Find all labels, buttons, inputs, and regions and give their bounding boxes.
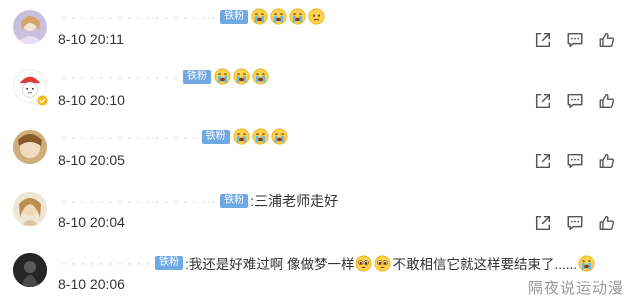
- thumbs-up-icon[interactable]: [598, 31, 616, 49]
- comment-actions: [534, 92, 616, 110]
- user-name[interactable]: · · · · · · · · · · · · · · · · ·: [62, 10, 216, 24]
- comment-icon[interactable]: [566, 92, 584, 110]
- crying-emoji-icon: [578, 255, 595, 272]
- user-name[interactable]: · · · · · · · · · · · · · · ·: [62, 130, 198, 144]
- comment-icon[interactable]: [566, 152, 584, 170]
- comment-time: 8-10 20:04: [58, 214, 125, 230]
- comment-actions: [534, 31, 616, 49]
- crying-emoji-icon: [271, 128, 288, 145]
- comment-time: 8-10 20:11: [58, 31, 124, 47]
- comment-time: 8-10 20:05: [58, 152, 125, 168]
- fan-badge[interactable]: 铁粉: [201, 129, 230, 144]
- comment-time: 8-10 20:06: [58, 276, 125, 292]
- share-icon[interactable]: [534, 92, 552, 110]
- fan-badge[interactable]: 铁粉: [220, 194, 249, 208]
- share-icon[interactable]: [534, 214, 552, 232]
- comment-text: 不敢相信它就这样要结束了......: [392, 257, 577, 272]
- comment-text: :三浦老师走好: [250, 193, 339, 209]
- user-name[interactable]: · · · · · · · · · · · · ·: [62, 70, 179, 84]
- avatar[interactable]: [13, 253, 47, 287]
- crying-emoji-icon: [252, 128, 269, 145]
- comment-icon[interactable]: [566, 214, 584, 232]
- crying-emoji-icon: [233, 128, 250, 145]
- user-name[interactable]: · · · · · · · · · ·: [62, 256, 151, 270]
- user-name-line: · · · · · · · · · · · · · 铁粉: [62, 68, 270, 85]
- watermark: 隔夜说运动漫: [527, 280, 624, 297]
- share-icon[interactable]: [534, 31, 552, 49]
- fan-badge[interactable]: 铁粉: [154, 256, 183, 270]
- thumbs-up-icon[interactable]: [598, 152, 616, 170]
- comment-item: · · · · · · · · · · · · · · · 铁粉 8-10 20…: [0, 118, 630, 176]
- thumbs-up-icon[interactable]: [598, 92, 616, 110]
- crying-emoji-icon: [233, 68, 250, 85]
- user-name-line: · · · · · · · · · · 铁粉 :我还是好难过啊 像做梦一样 不敢…: [62, 253, 596, 273]
- user-name-line: · · · · · · · · · · · · · · · · · 铁粉: [62, 8, 326, 25]
- comment-time: 8-10 20:10: [58, 92, 125, 108]
- comment-actions: [534, 214, 616, 232]
- verified-badge-icon: [37, 95, 48, 106]
- fan-badge[interactable]: 铁粉: [182, 69, 211, 84]
- comment-icon[interactable]: [566, 31, 584, 49]
- avatar[interactable]: [13, 130, 47, 164]
- pleading-emoji-icon: [374, 255, 391, 272]
- sad-emoji-icon: [308, 8, 325, 25]
- thumbs-up-icon[interactable]: [598, 214, 616, 232]
- crying-emoji-icon: [270, 8, 287, 25]
- crying-emoji-icon: [214, 68, 231, 85]
- user-name-line: · · · · · · · · · · · · · · · 铁粉: [62, 128, 289, 145]
- comment-item: · · · · · · · · · · · · · · · · · 铁粉 8-1…: [0, 0, 630, 58]
- avatar[interactable]: [13, 192, 47, 226]
- share-icon[interactable]: [534, 152, 552, 170]
- comment-text: :我还是好难过啊 像做梦一样: [184, 257, 355, 272]
- crying-emoji-icon: [251, 8, 268, 25]
- crying-emoji-icon: [252, 68, 269, 85]
- user-name-line: · · · · · · · · · · · · · · · · · 铁粉 :三浦…: [62, 191, 338, 211]
- user-name[interactable]: · · · · · · · · · · · · · · · · ·: [62, 194, 216, 208]
- avatar[interactable]: [13, 10, 47, 44]
- comment-actions: [534, 152, 616, 170]
- pleading-emoji-icon: [355, 255, 372, 272]
- fan-badge[interactable]: 铁粉: [220, 9, 249, 24]
- comment-item: · · · · · · · · · · · · · 铁粉 8-10 20:10: [0, 58, 630, 116]
- crying-emoji-icon: [289, 8, 306, 25]
- comment-item: · · · · · · · · · · · · · · · · · 铁粉 :三浦…: [0, 180, 630, 238]
